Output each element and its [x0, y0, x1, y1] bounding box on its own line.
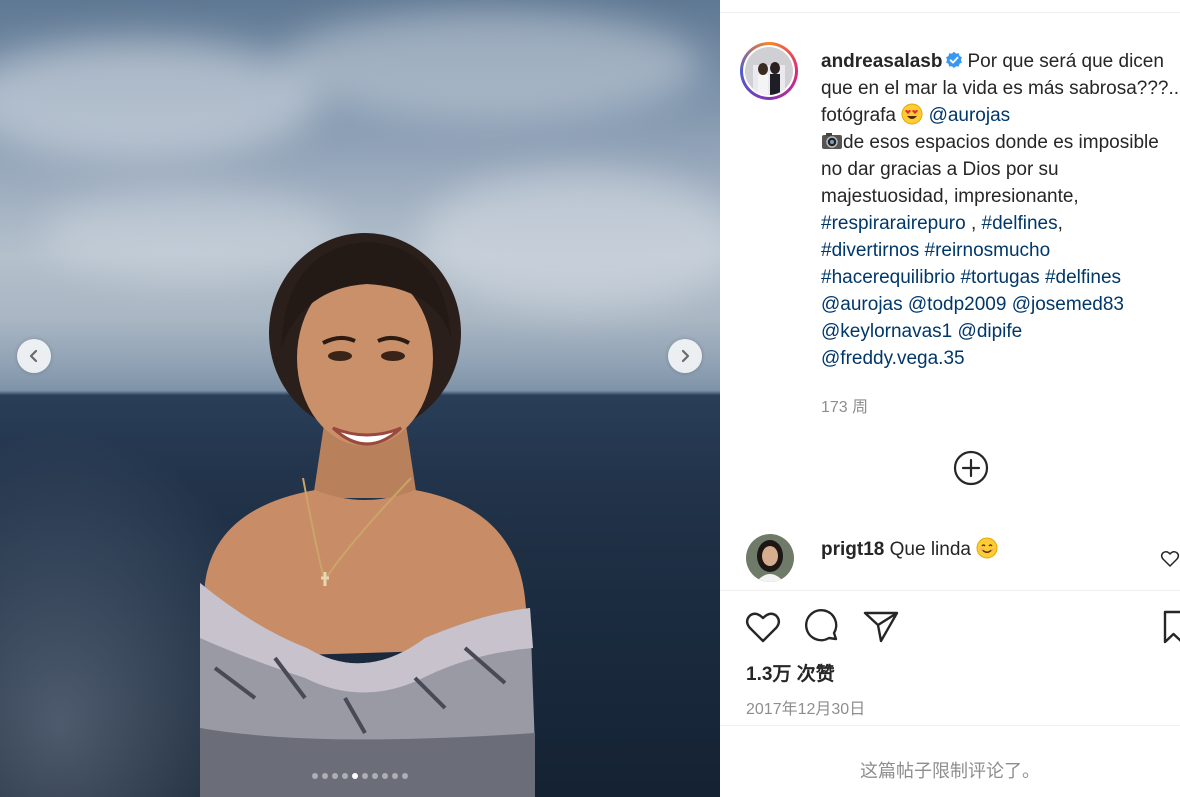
verified-badge-icon — [946, 51, 963, 68]
comment-body: prigt18 Que linda — [821, 537, 998, 561]
carousel-prev-button[interactable] — [17, 339, 51, 373]
hashtag[interactable]: #divertirnos — [821, 240, 919, 261]
heart-icon[interactable] — [744, 608, 782, 646]
mention[interactable]: @freddy.vega.35 — [821, 348, 965, 369]
hashtag[interactable]: #reirnosmucho — [925, 240, 1051, 261]
hashtag[interactable]: #delfines — [982, 213, 1058, 234]
carousel-dot — [372, 773, 378, 779]
hashtag[interactable]: #tortugas — [960, 267, 1039, 288]
author-avatar[interactable] — [740, 42, 798, 100]
load-more-comments-button[interactable] — [953, 450, 989, 486]
comment-text: Que linda — [889, 539, 971, 560]
post-date[interactable]: 2017年12月30日 — [746, 695, 865, 719]
post-photo[interactable] — [0, 0, 720, 797]
hashtag[interactable]: #hacerequilibrio — [821, 267, 955, 288]
post-time-ago[interactable]: 173 周 — [821, 393, 868, 417]
carousel-dot — [312, 773, 318, 779]
hashtag[interactable]: #respiraraire​puro — [821, 213, 966, 234]
post-caption: andreasalasb Por que será que dicen que e… — [821, 48, 1180, 372]
bookmark-icon[interactable] — [1162, 608, 1180, 646]
post-actions-bar — [744, 608, 1180, 648]
heart-eyes-emoji-icon — [901, 103, 923, 125]
cloud — [280, 10, 700, 120]
carousel-dot — [352, 773, 358, 779]
carousel-indicator — [0, 773, 720, 779]
commenter-username[interactable]: prigt18 — [821, 539, 884, 560]
smiling-emoji-icon — [976, 537, 998, 559]
chevron-left-icon — [29, 349, 38, 363]
carousel-next-button[interactable] — [668, 339, 702, 373]
comments-limited-notice: 这篇帖子限制评论了。 — [860, 761, 1040, 781]
woman-figure — [200, 233, 535, 797]
commenter-avatar[interactable] — [746, 534, 794, 582]
paper-plane-icon[interactable] — [862, 608, 900, 646]
carousel-dot — [362, 773, 368, 779]
header-divider — [720, 0, 1180, 13]
comment-bubble-icon[interactable] — [804, 608, 842, 646]
comment-like-heart-icon[interactable] — [1160, 549, 1180, 569]
like-count[interactable]: 1.3万 次赞 — [746, 659, 835, 686]
hashtag[interactable]: #delfines — [1045, 267, 1121, 288]
carousel-dot — [382, 773, 388, 779]
carousel-dot — [392, 773, 398, 779]
carousel-dot — [402, 773, 408, 779]
avatar-image — [745, 47, 793, 95]
carousel-dot — [342, 773, 348, 779]
carousel-dot — [322, 773, 328, 779]
mention[interactable]: @josemed83 — [1012, 294, 1124, 315]
footer-divider — [720, 725, 1180, 726]
mention[interactable]: @todp2009 — [908, 294, 1007, 315]
caption-mention[interactable]: @aurojas — [929, 105, 1011, 126]
carousel-dot — [332, 773, 338, 779]
post-side-panel: andreasalasb Por que será que dicen que e… — [720, 0, 1180, 797]
camera-emoji-icon — [822, 133, 842, 149]
cloud — [0, 40, 320, 160]
mention[interactable]: @dipife — [958, 321, 1023, 342]
chevron-right-icon — [681, 349, 690, 363]
actions-divider — [720, 590, 1180, 591]
caption-text-2: de esos espacios donde es imposible no d… — [821, 132, 1165, 207]
comment-item: prigt18 Que linda — [746, 534, 1180, 584]
mention[interactable]: @aurojas — [821, 294, 903, 315]
author-username[interactable]: andreasalasb — [821, 51, 942, 72]
mention[interactable]: @keylornavas1 — [821, 321, 952, 342]
